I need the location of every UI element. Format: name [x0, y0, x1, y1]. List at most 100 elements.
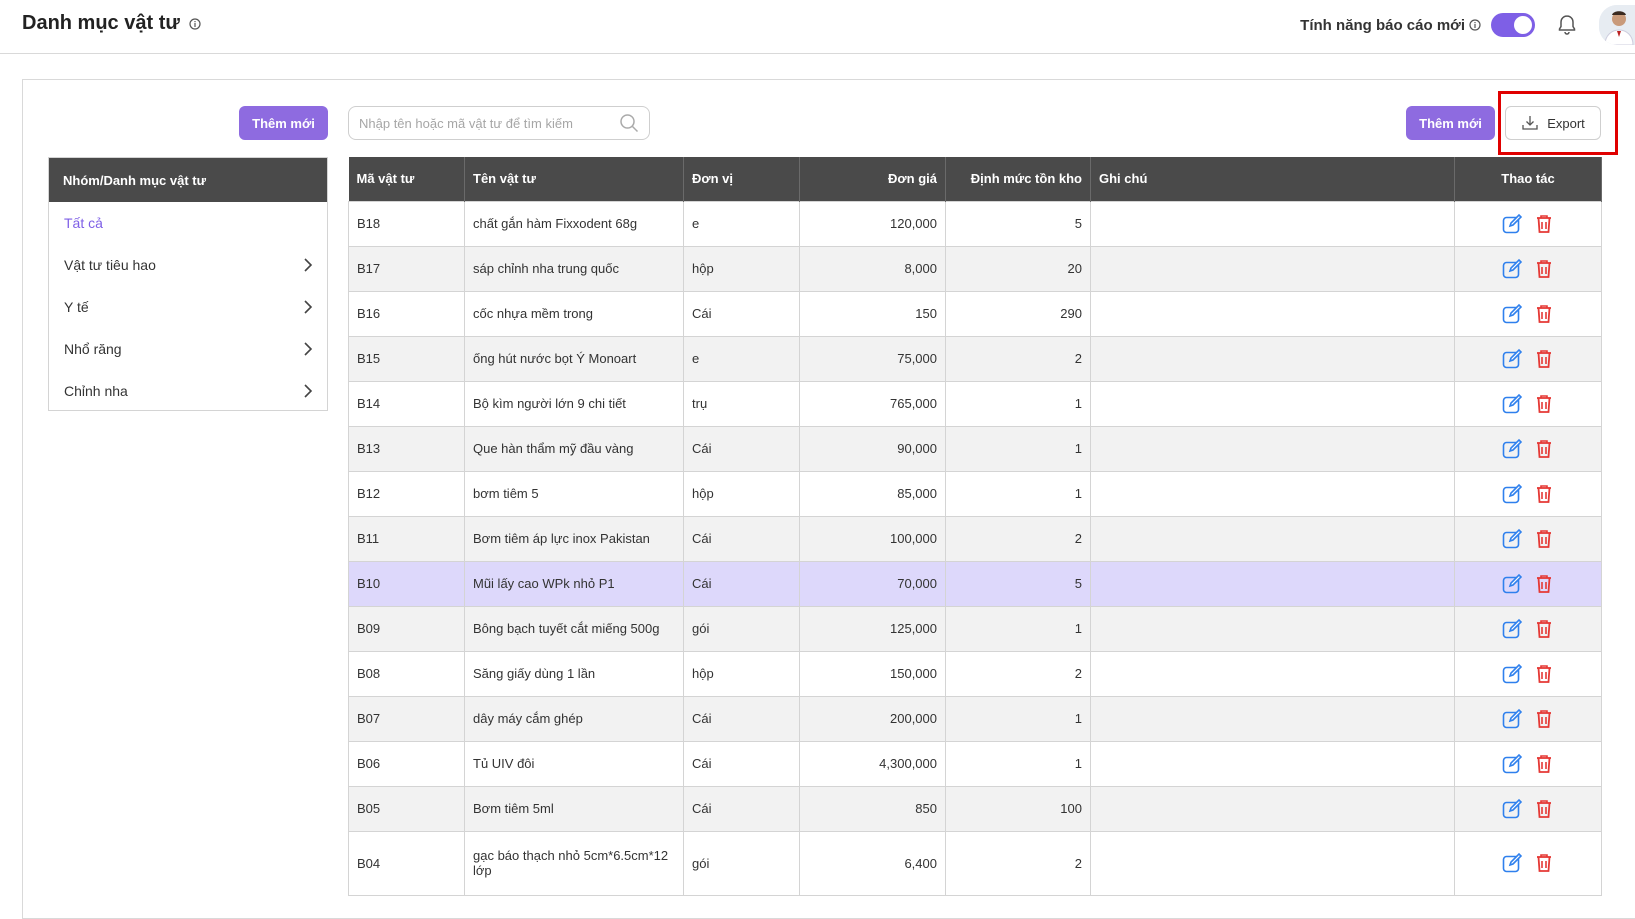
edit-icon[interactable]	[1501, 303, 1523, 325]
cell-price: 200,000	[799, 695, 946, 742]
category-item-extraction[interactable]: Nhổ răng	[49, 328, 327, 370]
edit-icon[interactable]	[1501, 348, 1523, 370]
cell-unit: e	[683, 200, 800, 247]
table-row[interactable]: B16 cốc nhựa mềm trong Cái 150 290	[348, 290, 1602, 337]
cell-note	[1090, 605, 1455, 652]
col-stock[interactable]: Định mức tồn kho	[945, 157, 1091, 201]
table-row[interactable]: B07 dây máy cắm ghép Cái 200,000 1	[348, 695, 1602, 742]
col-note[interactable]: Ghi chú	[1090, 157, 1455, 201]
search-icon[interactable]	[619, 113, 639, 133]
cell-note	[1090, 560, 1455, 607]
category-item-consumables[interactable]: Vật tư tiêu hao	[49, 244, 327, 286]
cell-unit: Cái	[683, 740, 800, 787]
table-row[interactable]: B18 chất gắn hàm Fixxodent 68g e 120,000 5	[348, 200, 1602, 247]
trash-icon[interactable]	[1533, 483, 1555, 505]
table-row[interactable]: B11 Bơm tiêm áp lực inox Pakistan Cái 100,0…	[348, 515, 1602, 562]
edit-icon[interactable]	[1501, 708, 1523, 730]
cell-unit: hộp	[683, 470, 800, 517]
table-row[interactable]: B04 gạc báo thạch nhỏ 5cm*6.5cm*12 lớp gói…	[348, 830, 1602, 896]
cell-price: 125,000	[799, 605, 946, 652]
category-item-orthodontics[interactable]: Chỉnh nha	[49, 370, 327, 412]
col-price[interactable]: Đơn giá	[799, 157, 946, 201]
trash-icon[interactable]	[1533, 258, 1555, 280]
table-row[interactable]: B14 Bộ kìm người lớn 9 chi tiết trụ 765,000…	[348, 380, 1602, 427]
edit-icon[interactable]	[1501, 438, 1523, 460]
info-icon[interactable]	[189, 18, 202, 30]
cell-code: B17	[348, 245, 465, 292]
table-row[interactable]: B08 Săng giấy dùng 1 lần hộp 150,000 2	[348, 650, 1602, 697]
cell-unit: Cái	[683, 785, 800, 832]
cell-code: B12	[348, 470, 465, 517]
cell-code: B18	[348, 200, 465, 247]
table-row[interactable]: B06 Tủ UIV đôi Cái 4,300,000 1	[348, 740, 1602, 787]
page-title: Danh mục vật tư	[22, 12, 202, 35]
avatar[interactable]	[1599, 5, 1635, 45]
cell-name: sáp chỉnh nha trung quốc	[464, 245, 684, 292]
edit-icon[interactable]	[1501, 393, 1523, 415]
trash-icon[interactable]	[1533, 708, 1555, 730]
table-row[interactable]: B13 Que hàn thẩm mỹ đầu vàng Cái 90,000 1	[348, 425, 1602, 472]
materials-table: Mã vật tư Tên vật tư Đơn vị Đơn giá Định…	[348, 157, 1602, 896]
feature-info-icon[interactable]	[1469, 19, 1481, 31]
table-row[interactable]: B15 ống hút nước bọt Ý Monoart e 75,000 2	[348, 335, 1602, 382]
trash-icon[interactable]	[1533, 618, 1555, 640]
edit-icon[interactable]	[1501, 618, 1523, 640]
edit-icon[interactable]	[1501, 528, 1523, 550]
cell-price: 75,000	[799, 335, 946, 382]
cell-actions	[1454, 335, 1602, 382]
row-actions	[1463, 798, 1593, 820]
table-row[interactable]: B10 Mũi lấy cao WPk nhỏ P1 Cái 70,000 5	[348, 560, 1602, 607]
page-title-text: Danh mục vật tư	[22, 12, 180, 34]
edit-icon[interactable]	[1501, 213, 1523, 235]
download-icon	[1522, 116, 1538, 130]
cell-name: bơm tiêm 5	[464, 470, 684, 517]
cell-unit: e	[683, 335, 800, 382]
trash-icon[interactable]	[1533, 663, 1555, 685]
trash-icon[interactable]	[1533, 393, 1555, 415]
table-row[interactable]: B17 sáp chỉnh nha trung quốc hộp 8,000 20	[348, 245, 1602, 292]
edit-icon[interactable]	[1501, 483, 1523, 505]
category-item-medical[interactable]: Y tế	[49, 286, 327, 328]
cell-name: Que hàn thẩm mỹ đầu vàng	[464, 425, 684, 472]
edit-icon[interactable]	[1501, 753, 1523, 775]
bell-icon[interactable]	[1555, 13, 1579, 37]
chevron-right-icon	[304, 300, 313, 314]
add-category-button[interactable]: Thêm mới	[239, 106, 328, 140]
trash-icon[interactable]	[1533, 213, 1555, 235]
avatar-image	[1599, 5, 1635, 45]
cell-note	[1090, 335, 1455, 382]
trash-icon[interactable]	[1533, 528, 1555, 550]
table-row[interactable]: B05 Bơm tiêm 5ml Cái 850 100	[348, 785, 1602, 832]
trash-icon[interactable]	[1533, 573, 1555, 595]
cell-note	[1090, 740, 1455, 787]
cell-price: 120,000	[799, 200, 946, 247]
new-report-toggle[interactable]	[1491, 13, 1535, 37]
edit-icon[interactable]	[1501, 258, 1523, 280]
trash-icon[interactable]	[1533, 798, 1555, 820]
table-row[interactable]: B12 bơm tiêm 5 hộp 85,000 1	[348, 470, 1602, 517]
trash-icon[interactable]	[1533, 303, 1555, 325]
row-actions	[1463, 852, 1593, 874]
edit-icon[interactable]	[1501, 573, 1523, 595]
col-code[interactable]: Mã vật tư	[348, 157, 465, 201]
cell-actions	[1454, 380, 1602, 427]
cell-code: B09	[348, 605, 465, 652]
cell-stock: 2	[945, 650, 1091, 697]
trash-icon[interactable]	[1533, 852, 1555, 874]
search-input[interactable]: Nhập tên hoặc mã vật tư để tìm kiếm	[348, 106, 650, 140]
table-row[interactable]: B09 Bông bạch tuyết cắt miếng 500g gói 125,…	[348, 605, 1602, 652]
edit-icon[interactable]	[1501, 798, 1523, 820]
trash-icon[interactable]	[1533, 438, 1555, 460]
export-button[interactable]: Export	[1505, 106, 1601, 140]
edit-icon[interactable]	[1501, 852, 1523, 874]
col-name[interactable]: Tên vật tư	[464, 157, 684, 201]
trash-icon[interactable]	[1533, 753, 1555, 775]
category-item-all[interactable]: Tất cả	[49, 202, 327, 244]
cell-actions	[1454, 830, 1602, 896]
col-unit[interactable]: Đơn vị	[683, 157, 800, 201]
trash-icon[interactable]	[1533, 348, 1555, 370]
cell-actions	[1454, 650, 1602, 697]
cell-stock: 5	[945, 200, 1091, 247]
add-material-button[interactable]: Thêm mới	[1406, 106, 1495, 140]
edit-icon[interactable]	[1501, 663, 1523, 685]
